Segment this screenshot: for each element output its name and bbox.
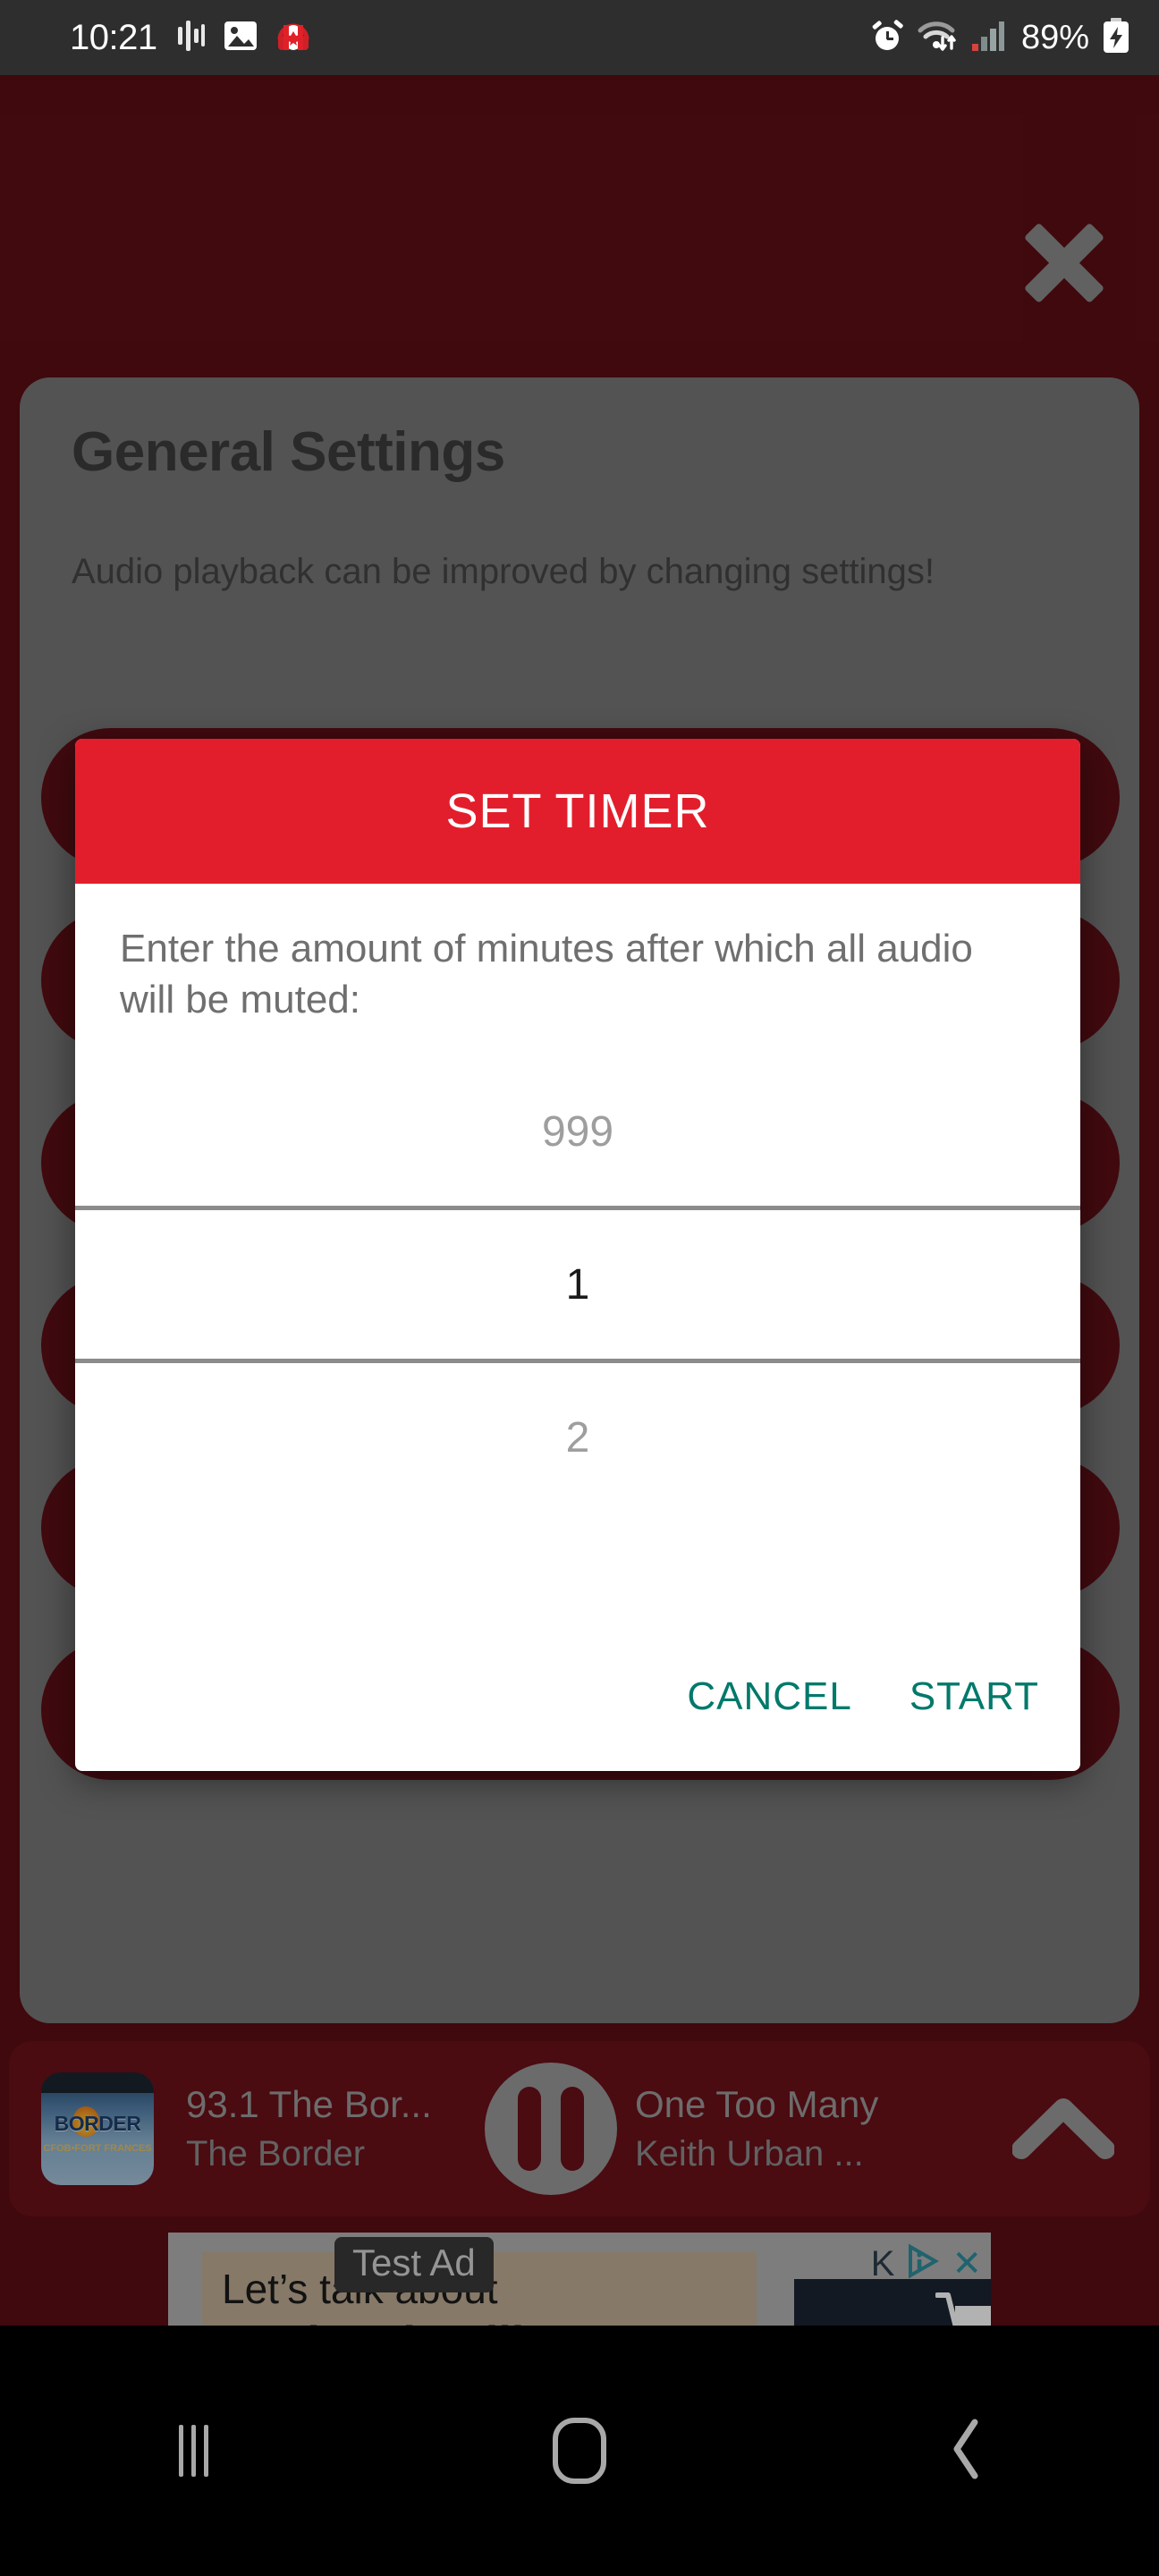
picker-current-value[interactable]: 1 (75, 1210, 1080, 1359)
dialog-message: Enter the amount of minutes after which … (120, 927, 973, 1022)
recents-button[interactable] (0, 2379, 386, 2522)
wifi-icon (918, 18, 959, 58)
status-clock: 10:21 (70, 18, 157, 57)
battery-charging-icon (1102, 17, 1130, 58)
equalizer-icon (175, 19, 206, 57)
image-icon (224, 19, 258, 57)
minutes-number-picker[interactable]: 999 1 2 (75, 1057, 1080, 1504)
home-icon (553, 2418, 606, 2484)
headphones-flag-icon (275, 18, 311, 58)
recents-icon (178, 2425, 208, 2477)
back-button[interactable] (773, 2379, 1159, 2522)
set-timer-dialog: SET TIMER Enter the amount of minutes af… (75, 739, 1080, 1771)
back-icon (948, 2417, 984, 2486)
battery-percentage: 89% (1020, 19, 1089, 56)
status-bar-left: 10:21 (70, 18, 311, 58)
status-bar: 10:21 89% (0, 0, 1159, 75)
alarm-icon (869, 18, 905, 58)
signal-icon (971, 19, 1005, 57)
status-bar-right: 89% (869, 17, 1130, 58)
dialog-actions: CANCEL START (687, 1674, 1039, 1719)
cancel-button[interactable]: CANCEL (687, 1674, 852, 1719)
dialog-title: SET TIMER (445, 784, 710, 838)
phone-screen: General Settings Audio playback can be i… (0, 0, 1159, 2576)
start-button[interactable]: START (909, 1674, 1039, 1719)
home-button[interactable] (386, 2379, 773, 2522)
picker-previous-value[interactable]: 999 (75, 1057, 1080, 1206)
dialog-header: SET TIMER (75, 739, 1080, 884)
picker-next-value[interactable]: 2 (75, 1363, 1080, 1512)
android-navigation-bar (0, 2326, 1159, 2576)
